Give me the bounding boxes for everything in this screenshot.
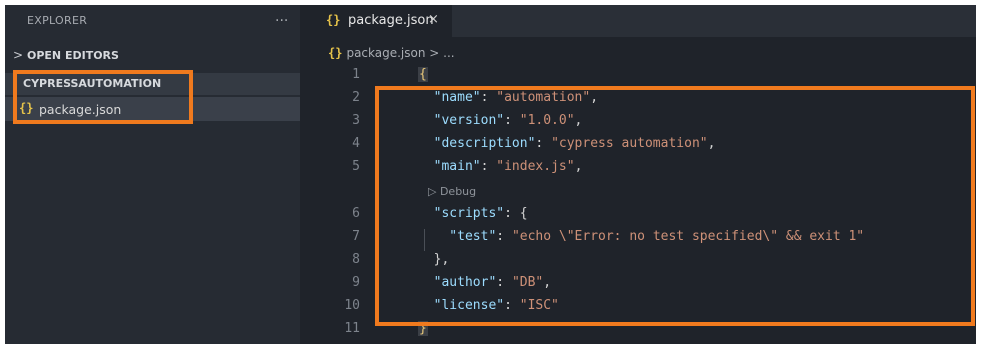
chevron-right-icon: > [13,48,24,62]
line-number: 7 [352,229,360,244]
open-editors-label: OPEN EDITORS [27,49,119,62]
code-token: { [418,67,428,82]
breadcrumb-text: package.json > ... [346,46,455,60]
explorer-sidebar: EXPLORER ... > OPEN EDITORS CYPRESSAUTOM… [5,5,300,344]
open-editors-section[interactable]: > OPEN EDITORS [5,45,300,67]
line-number: 11 [344,321,360,336]
vscode-window: EXPLORER ... > OPEN EDITORS CYPRESSAUTOM… [0,0,981,345]
breadcrumb[interactable]: {} package.json > ... [328,46,455,60]
highlight-box-folder [13,70,193,124]
line-number: 9 [352,275,360,290]
line-number: 4 [352,136,360,151]
highlight-box-code [375,86,975,326]
line-number: 8 [352,252,360,267]
line-number: 1 [352,67,360,82]
close-icon[interactable]: × [428,12,439,27]
explorer-title: EXPLORER [27,14,88,27]
line-number: 5 [352,159,360,174]
tab-package-json[interactable]: {} package.json × [300,5,452,37]
line-number: 6 [352,206,360,221]
line-number: 10 [344,298,360,313]
more-actions-icon[interactable]: ... [275,9,288,25]
tab-bar: {} package.json × [300,5,976,37]
line-number: 2 [352,90,360,105]
line-number: 3 [352,113,360,128]
json-file-icon: {} [326,13,341,27]
code-text: { [418,67,428,82]
explorer-header: EXPLORER ... [5,5,300,35]
json-file-icon: {} [328,46,343,60]
tab-label: package.json [348,13,434,28]
